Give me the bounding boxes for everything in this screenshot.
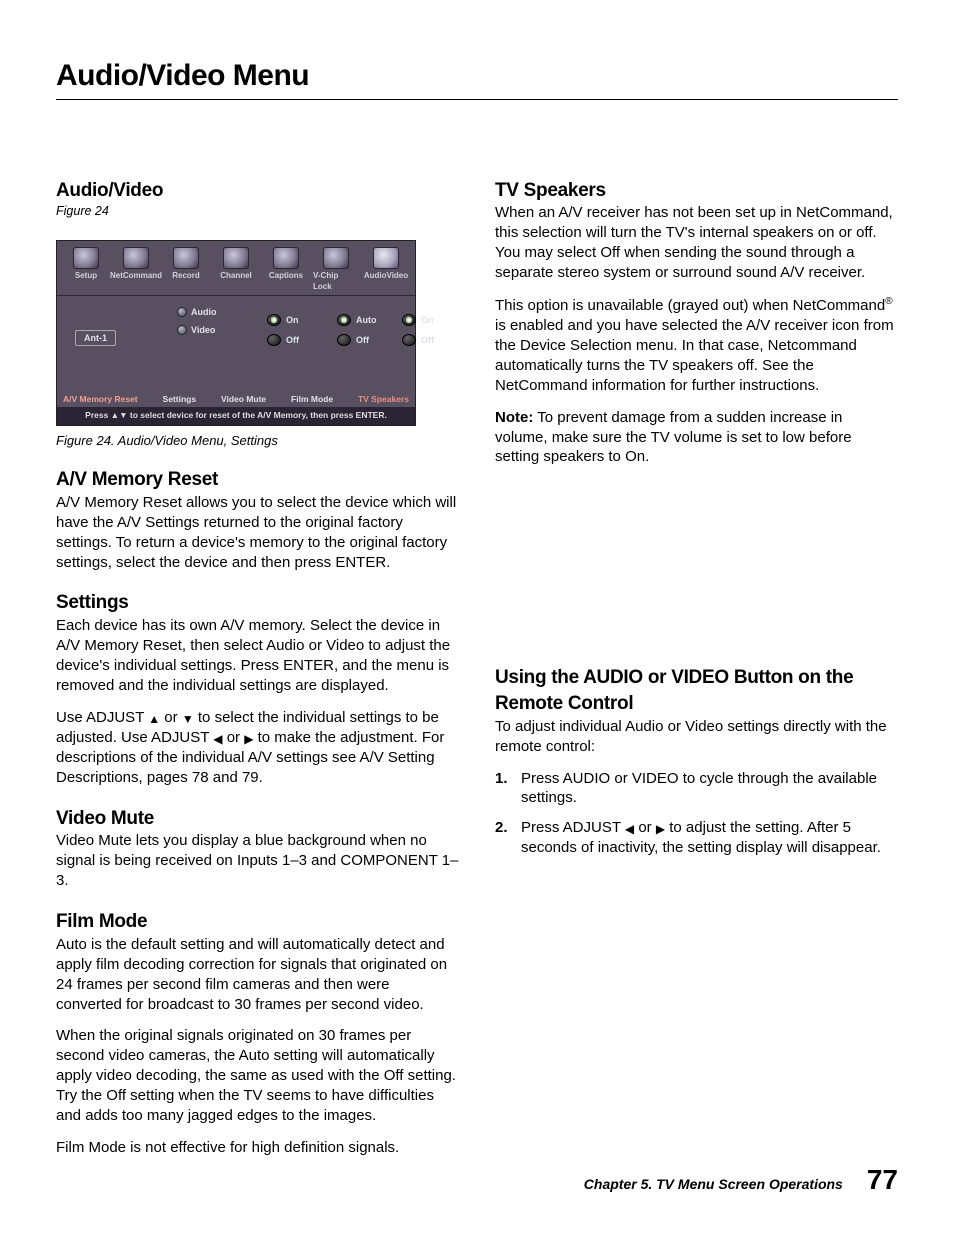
text-filmmode-3: Film Mode is not effective for high defi… (56, 1138, 459, 1158)
section-tvspeakers: TV Speakers When an A/V receiver has not… (495, 178, 898, 468)
page-title: Audio/Video Menu (56, 56, 898, 100)
heading-audiovideo: Audio/Video (56, 178, 459, 204)
heading-videomute: Video Mute (56, 806, 459, 832)
step-1: Press AUDIO or VIDEO to cycle through th… (495, 769, 898, 809)
right-column: TV Speakers When an A/V receiver has not… (495, 178, 898, 1177)
steps-list: Press AUDIO or VIDEO to cycle through th… (495, 769, 898, 859)
radio-icon (402, 334, 416, 346)
setup-icon (73, 247, 99, 269)
text-settings-2: Use ADJUST ▲ or ▼ to select the individu… (56, 708, 459, 788)
registered-symbol: ® (885, 296, 892, 307)
figure-tab-vchip: V-Chip Lock (313, 247, 359, 293)
up-triangle-icon: ▲ (148, 713, 160, 725)
text-settings-1: Each device has its own A/V memory. Sele… (56, 616, 459, 696)
two-column-layout: Audio/Video Figure 24 Setup NetCommand R… (56, 178, 898, 1177)
heading-avreset: A/V Memory Reset (56, 467, 459, 493)
page-footer: Chapter 5. TV Menu Screen Operations 77 (584, 1161, 898, 1199)
radio-icon (177, 307, 187, 317)
text-tvspeakers-1: When an A/V receiver has not been set up… (495, 203, 898, 283)
record-icon (173, 247, 199, 269)
down-triangle-icon: ▼ (182, 713, 194, 725)
section-filmmode: Film Mode Auto is the default setting an… (56, 909, 459, 1158)
heading-using-remote: Using the AUDIO or VIDEO Button on the R… (495, 665, 898, 716)
chapter-label: Chapter 5. TV Menu Screen Operations (584, 1175, 843, 1194)
lock-icon (323, 247, 349, 269)
step-2: Press ADJUST ◀ or ▶ to adjust the settin… (495, 818, 898, 858)
channel-icon (223, 247, 249, 269)
text-tvspeakers-2: This option is unavailable (grayed out) … (495, 295, 898, 396)
heading-filmmode: Film Mode (56, 909, 459, 935)
audiovideo-icon (373, 247, 399, 269)
figure-tab-netcommand: NetCommand (113, 247, 159, 293)
section-settings: Settings Each device has its own A/V mem… (56, 590, 459, 787)
vertical-spacer (495, 485, 898, 665)
figure-tab-audiovideo: AudioVideo (363, 247, 409, 293)
figure-ref: Figure 24 (56, 203, 459, 220)
radio-icon (337, 334, 351, 346)
figure-videomute-col: On Off (267, 314, 299, 346)
figure-screenshot: Setup NetCommand Record Channel Captions… (56, 240, 416, 426)
note-label: Note: (495, 409, 533, 426)
right-triangle-icon: ▶ (656, 823, 665, 835)
figure-tab-captions: Captions (263, 247, 309, 293)
section-videomute: Video Mute Video Mute lets you display a… (56, 806, 459, 891)
figure-subheaders: A/V Memory Reset Settings Video Mute Fil… (57, 394, 415, 407)
figure-footer: Press ▲▼ to select device for reset of t… (57, 407, 415, 424)
radio-icon (177, 325, 187, 335)
radio-icon (337, 314, 351, 326)
figure-filmmode-col: Auto Off (337, 314, 377, 346)
text-avreset: A/V Memory Reset allows you to select th… (56, 493, 459, 573)
heading-settings: Settings (56, 590, 459, 616)
page-number: 77 (867, 1161, 898, 1199)
netcommand-icon (123, 247, 149, 269)
left-column: Audio/Video Figure 24 Setup NetCommand R… (56, 178, 459, 1177)
captions-icon (273, 247, 299, 269)
figure-ant-box: Ant-1 (75, 330, 116, 346)
text-using-remote: To adjust individual Audio or Video sett… (495, 717, 898, 757)
radio-icon (267, 314, 281, 326)
radio-icon (402, 314, 416, 326)
radio-icon (267, 334, 281, 346)
section-audiovideo: Audio/Video Figure 24 Setup NetCommand R… (56, 178, 459, 450)
section-using-remote: Using the AUDIO or VIDEO Button on the R… (495, 665, 898, 858)
figure-body: Ant-1 Audio Video On Off Auto Off On (57, 296, 415, 394)
figure-av-buttons: Audio Video (177, 306, 217, 336)
figure-tabs: Setup NetCommand Record Channel Captions… (57, 241, 415, 296)
figure-tab-channel: Channel (213, 247, 259, 293)
figure-caption: Figure 24. Audio/Video Menu, Settings (56, 432, 459, 450)
text-videomute: Video Mute lets you display a blue backg… (56, 831, 459, 891)
figure-tvspeakers-col: On Off (402, 314, 434, 346)
heading-tvspeakers: TV Speakers (495, 178, 898, 204)
figure-video-btn: Video (177, 324, 217, 336)
text-tvspeakers-note: Note: To prevent damage from a sudden in… (495, 408, 898, 468)
text-filmmode-2: When the original signals originated on … (56, 1026, 459, 1126)
figure-tab-setup: Setup (63, 247, 109, 293)
left-triangle-icon: ◀ (213, 733, 222, 745)
figure-tab-record: Record (163, 247, 209, 293)
text-filmmode-1: Auto is the default setting and will aut… (56, 935, 459, 1015)
figure-audio-btn: Audio (177, 306, 217, 318)
left-triangle-icon: ◀ (625, 823, 634, 835)
section-avreset: A/V Memory Reset A/V Memory Reset allows… (56, 467, 459, 572)
